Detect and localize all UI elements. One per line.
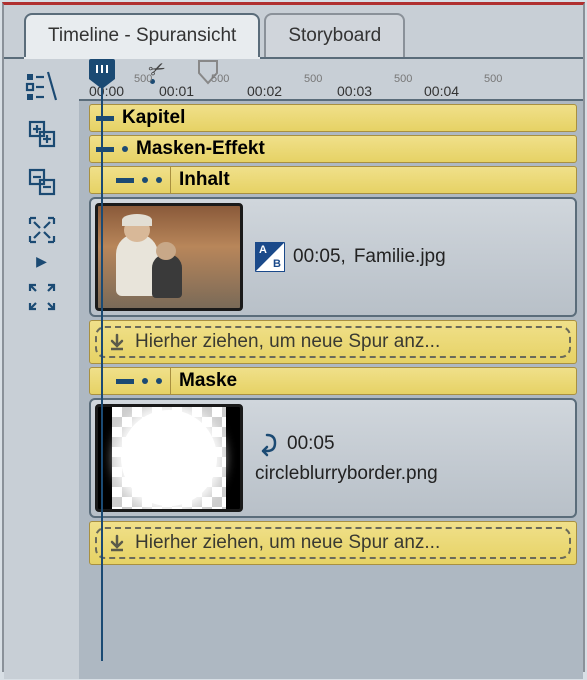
clip-thumbnail xyxy=(95,203,243,311)
timeline-panel: Timeline - Spuransicht Storyboard xyxy=(2,2,585,672)
dropzone-content[interactable]: Hierher ziehen, um neue Spur anz... xyxy=(89,320,577,364)
dropzone-mask[interactable]: Hierher ziehen, um neue Spur anz... xyxy=(89,521,577,565)
loop-icon xyxy=(255,431,279,457)
clip-thumbnail xyxy=(95,404,243,512)
toggle-tracks-button[interactable] xyxy=(17,65,67,107)
tracks-container: Kapitel Masken-Effekt Inhalt xyxy=(79,104,583,565)
fit-width-icon xyxy=(24,212,60,248)
timeline-toolbar: ▶ xyxy=(4,59,79,679)
collapse-icon[interactable] xyxy=(116,379,134,384)
track-header-chapter[interactable]: Kapitel xyxy=(89,104,577,132)
collapse-all-button[interactable] xyxy=(17,161,67,203)
track-dot-icon xyxy=(122,146,128,152)
clip-content[interactable]: AB 00:05, Familie.jpg xyxy=(89,197,577,317)
clip-filename: Familie.jpg xyxy=(354,246,446,268)
collapse-icon[interactable] xyxy=(116,178,134,183)
tab-storyboard[interactable]: Storyboard xyxy=(264,13,405,57)
track-header-content[interactable]: Inhalt xyxy=(89,166,577,194)
track-dot-icon xyxy=(156,378,162,384)
track-dot-icon xyxy=(142,378,148,384)
clip-duration: 00:05 xyxy=(287,433,335,455)
track-title: Masken-Effekt xyxy=(136,138,265,160)
dropzone-label: Hierher ziehen, um neue Spur anz... xyxy=(135,532,440,554)
timeline-area: ✂ 00:00 500 00:01 500 00:02 500 00:03 50… xyxy=(79,59,583,679)
playhead[interactable] xyxy=(89,59,115,79)
play-indicator-icon: ▶ xyxy=(36,253,47,270)
toggle-tracks-icon xyxy=(24,68,60,104)
collapse-all-icon xyxy=(24,164,60,200)
track-dot-icon xyxy=(156,177,162,183)
track-title: Kapitel xyxy=(122,107,185,129)
fit-width-button[interactable] xyxy=(17,209,67,251)
time-ruler[interactable]: ✂ 00:00 500 00:01 500 00:02 500 00:03 50… xyxy=(79,59,583,101)
transition-icon: AB xyxy=(255,242,285,272)
track-header-mask-effect[interactable]: Masken-Effekt xyxy=(89,135,577,163)
collapse-icon[interactable] xyxy=(96,147,114,152)
collapse-icon[interactable] xyxy=(96,116,114,121)
track-title: Inhalt xyxy=(179,169,230,191)
clip-duration: 00:05, xyxy=(293,246,346,268)
clip-filename: circleblurryborder.png xyxy=(255,463,438,485)
expand-all-button[interactable] xyxy=(17,113,67,155)
fit-all-button[interactable] xyxy=(17,276,67,318)
expand-all-icon xyxy=(24,116,60,152)
dropzone-label: Hierher ziehen, um neue Spur anz... xyxy=(135,331,440,353)
tab-bar: Timeline - Spuransicht Storyboard xyxy=(4,5,583,59)
clip-mask[interactable]: 00:05 circleblurryborder.png xyxy=(89,398,577,518)
workspace: ▶ ✂ 00:00 500 xyxy=(4,59,583,679)
drop-arrow-icon xyxy=(107,533,127,553)
tab-timeline[interactable]: Timeline - Spuransicht xyxy=(24,13,260,57)
ruler-ticks: 00:00 500 00:01 500 00:02 500 00:03 500 … xyxy=(89,79,583,99)
track-header-mask[interactable]: Maske xyxy=(89,367,577,395)
track-dot-icon xyxy=(142,177,148,183)
track-title: Maske xyxy=(179,370,237,392)
drop-arrow-icon xyxy=(107,332,127,352)
fit-all-icon xyxy=(24,279,60,315)
